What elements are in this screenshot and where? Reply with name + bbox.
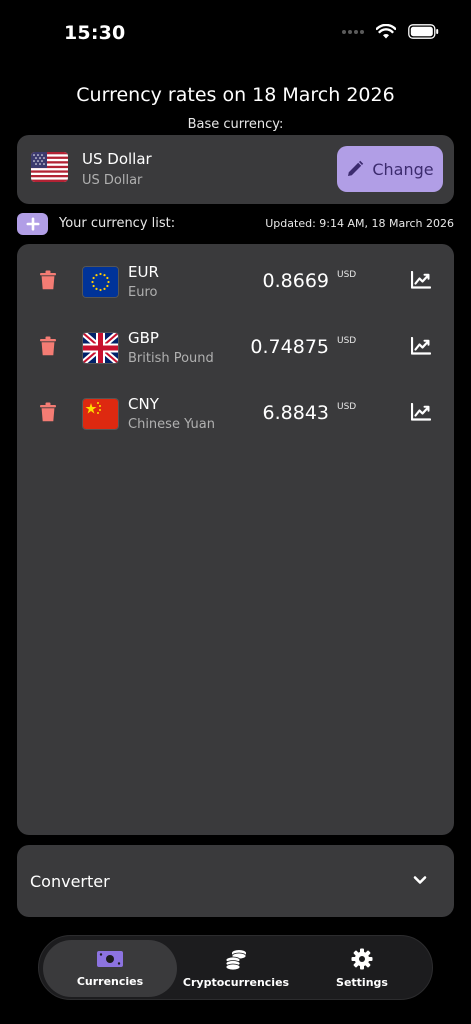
eu-flag-icon — [82, 266, 119, 298]
base-currency-code: US Dollar — [82, 150, 152, 168]
uk-flag-icon — [82, 332, 119, 364]
base-currency-card: US Dollar US Dollar Change — [17, 135, 454, 204]
battery-icon — [408, 24, 439, 39]
wifi-icon — [376, 24, 396, 39]
rate-unit: USD — [337, 336, 357, 346]
currency-row-cny: CNY Chinese Yuan 6.8843 USD — [17, 380, 454, 440]
tab-label: Settings — [336, 976, 388, 989]
tab-cryptocurrencies[interactable]: Cryptocurrencies — [180, 940, 292, 997]
currency-list: EUR Euro 0.8669 USD GBP British Pound 0.… — [17, 244, 454, 835]
tab-label: Currencies — [76, 975, 144, 988]
trash-icon[interactable] — [39, 270, 57, 290]
page-title: Currency rates on 18 March 2026 — [76, 84, 395, 106]
chart-icon[interactable] — [411, 403, 431, 421]
tab-currencies[interactable]: Currencies — [43, 940, 177, 997]
tab-label: Cryptocurrencies — [182, 976, 290, 989]
chart-icon[interactable] — [411, 337, 431, 355]
currency-list-header: Your currency list: Updated: 9:14 AM, 18… — [17, 212, 454, 236]
currency-rate: 0.8669 — [262, 270, 329, 292]
tab-bar: Currencies Cryptocurrencies Settings — [38, 935, 433, 1000]
currency-rate: 0.74875 — [250, 336, 329, 358]
currency-list-label: Your currency list: — [59, 216, 176, 231]
us-flag-icon — [31, 152, 68, 182]
change-button-label: Change — [372, 159, 434, 179]
currency-rate: 6.8843 — [262, 402, 329, 424]
plus-icon — [26, 217, 39, 231]
currency-code: GBP — [128, 329, 159, 347]
converter-label: Converter — [30, 872, 110, 891]
currency-code: CNY — [128, 395, 159, 413]
currency-name: Chinese Yuan — [128, 417, 215, 432]
trash-icon[interactable] — [39, 402, 57, 422]
chevron-down-icon[interactable] — [413, 875, 427, 885]
chart-icon[interactable] — [411, 271, 431, 289]
coins-icon — [225, 950, 247, 970]
trash-icon[interactable] — [39, 336, 57, 356]
base-currency-name: US Dollar — [82, 173, 143, 188]
rate-unit: USD — [337, 270, 357, 280]
gear-icon — [351, 948, 373, 970]
pencil-icon — [348, 160, 364, 176]
currency-row-gbp: GBP British Pound 0.74875 USD — [17, 314, 454, 374]
change-base-currency-button[interactable]: Change — [337, 146, 443, 192]
cellular-signal-icon — [342, 29, 364, 34]
rate-unit: USD — [337, 402, 357, 412]
currency-name: Euro — [128, 285, 158, 300]
add-currency-button[interactable] — [17, 213, 48, 235]
banknote-icon — [97, 951, 123, 967]
status-icons — [342, 24, 439, 39]
tab-settings[interactable]: Settings — [309, 940, 415, 997]
base-currency-label: Base currency: — [187, 117, 284, 132]
status-time: 15:30 — [64, 22, 126, 44]
currency-code: EUR — [128, 263, 159, 281]
currency-row-eur: EUR Euro 0.8669 USD — [17, 248, 454, 308]
status-bar: 15:30 — [0, 0, 471, 70]
currency-name: British Pound — [128, 351, 214, 366]
updated-timestamp: Updated: 9:14 AM, 18 March 2026 — [265, 217, 454, 230]
china-flag-icon — [82, 398, 119, 430]
converter-section[interactable]: Converter — [17, 845, 454, 917]
